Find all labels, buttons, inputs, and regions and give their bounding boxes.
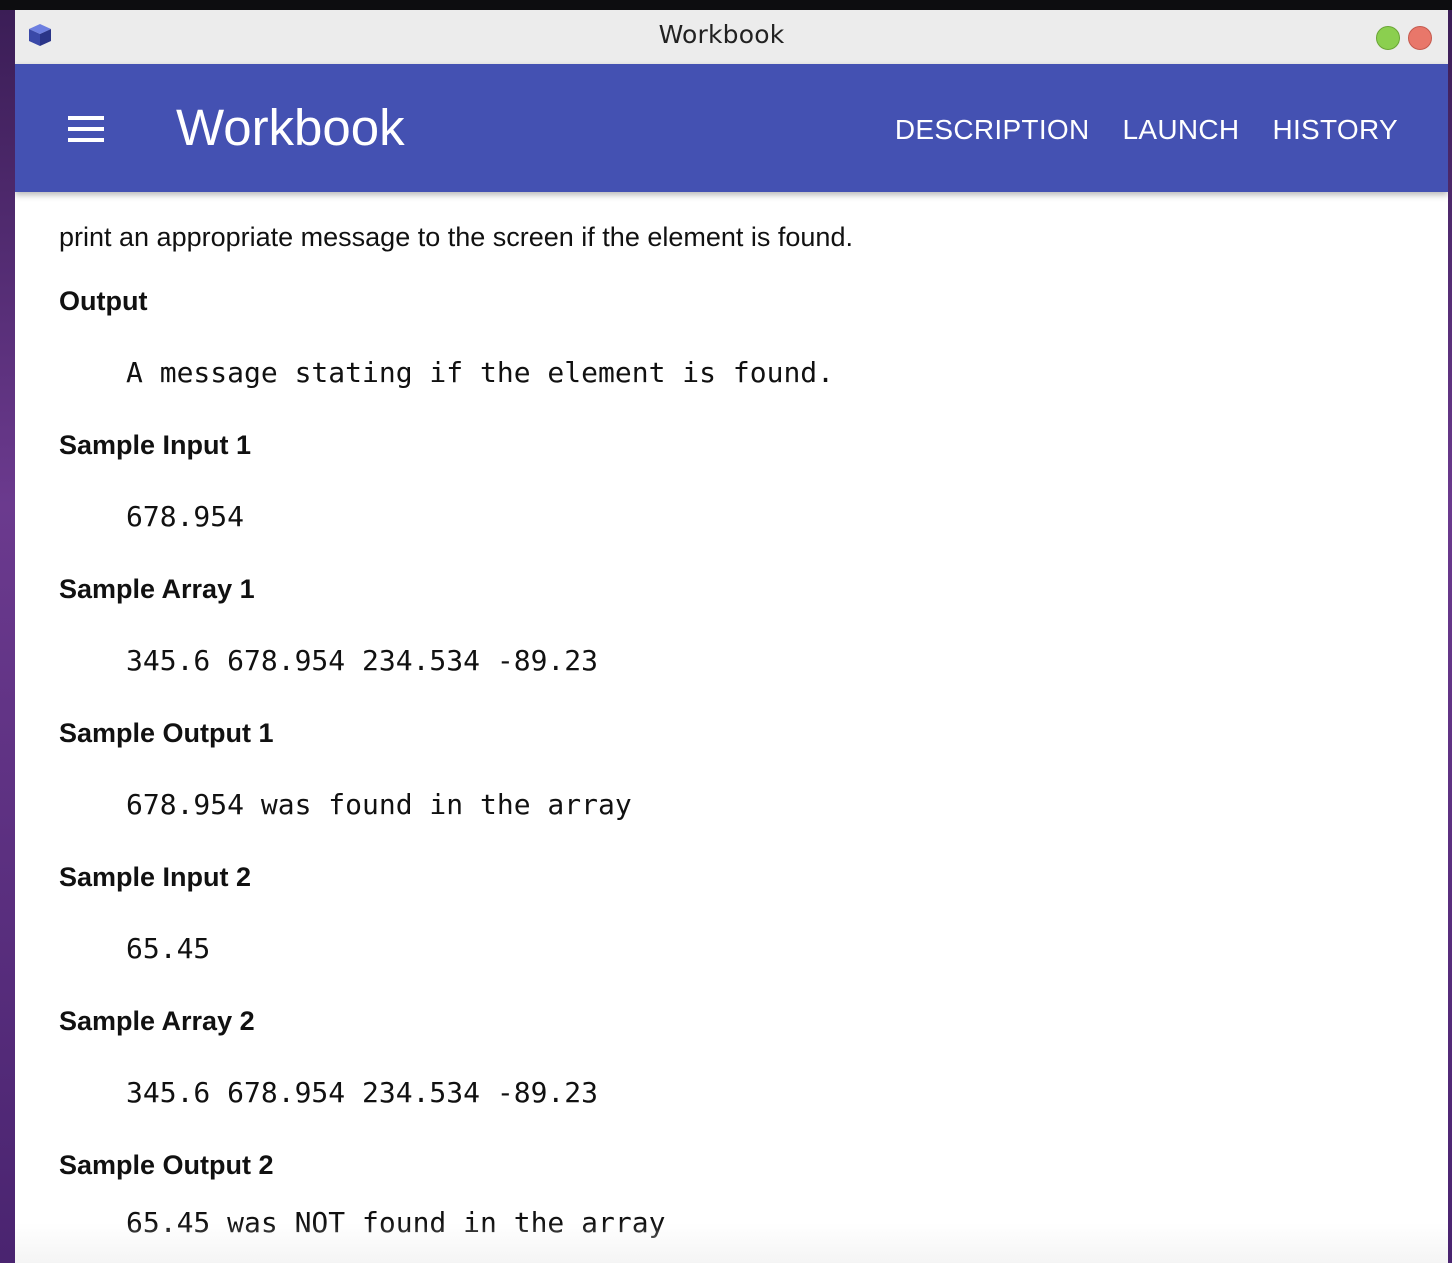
section-heading-sample-input-1: Sample Input 1 — [59, 430, 252, 460]
nav-launch[interactable]: LAUNCH — [1123, 110, 1240, 150]
section-heading-sample-output-2: Sample Output 2 — [59, 1150, 274, 1180]
code-block-output: A message stating if the element is foun… — [126, 356, 835, 389]
code-block-sample-array-1: 345.6 678.954 234.534 -89.23 — [126, 644, 599, 677]
code-block-sample-output-2: 65.45 was NOT found in the array — [126, 1206, 666, 1239]
hamburger-menu-icon[interactable] — [66, 116, 106, 142]
app-bar: Workbook DESCRIPTION LAUNCH HISTORY — [15, 64, 1448, 192]
section-heading-sample-output-1: Sample Output 1 — [59, 718, 274, 748]
system-top-bar — [0, 0, 1452, 10]
section-heading-sample-input-2: Sample Input 2 — [59, 862, 252, 892]
code-block-sample-input-2: 65.45 — [126, 932, 211, 965]
window-title: Workbook — [658, 20, 785, 49]
nav-description[interactable]: DESCRIPTION — [895, 110, 1090, 150]
window-titlebar[interactable]: Workbook — [15, 10, 1448, 65]
code-block-sample-output-1: 678.954 was found in the array — [126, 788, 632, 821]
nav-history[interactable]: HISTORY — [1272, 110, 1398, 150]
top-navigation: DESCRIPTION LAUNCH HISTORY — [895, 110, 1398, 150]
code-block-sample-input-1: 678.954 — [126, 500, 245, 533]
intro-text: print an appropriate message to the scre… — [59, 222, 853, 252]
app-title: Workbook — [176, 99, 405, 156]
close-button[interactable] — [1408, 26, 1432, 50]
description-content[interactable]: print an appropriate message to the scre… — [15, 192, 1448, 1263]
code-block-sample-array-2: 345.6 678.954 234.534 -89.23 — [126, 1076, 599, 1109]
section-heading-sample-array-2: Sample Array 2 — [59, 1006, 255, 1036]
section-heading-output: Output — [59, 286, 148, 316]
section-heading-sample-array-1: Sample Array 1 — [59, 574, 255, 604]
app-window: Workbook Workbook DESCRIPTION LAUNCH HIS… — [15, 10, 1448, 1263]
maximize-button[interactable] — [1376, 26, 1400, 50]
